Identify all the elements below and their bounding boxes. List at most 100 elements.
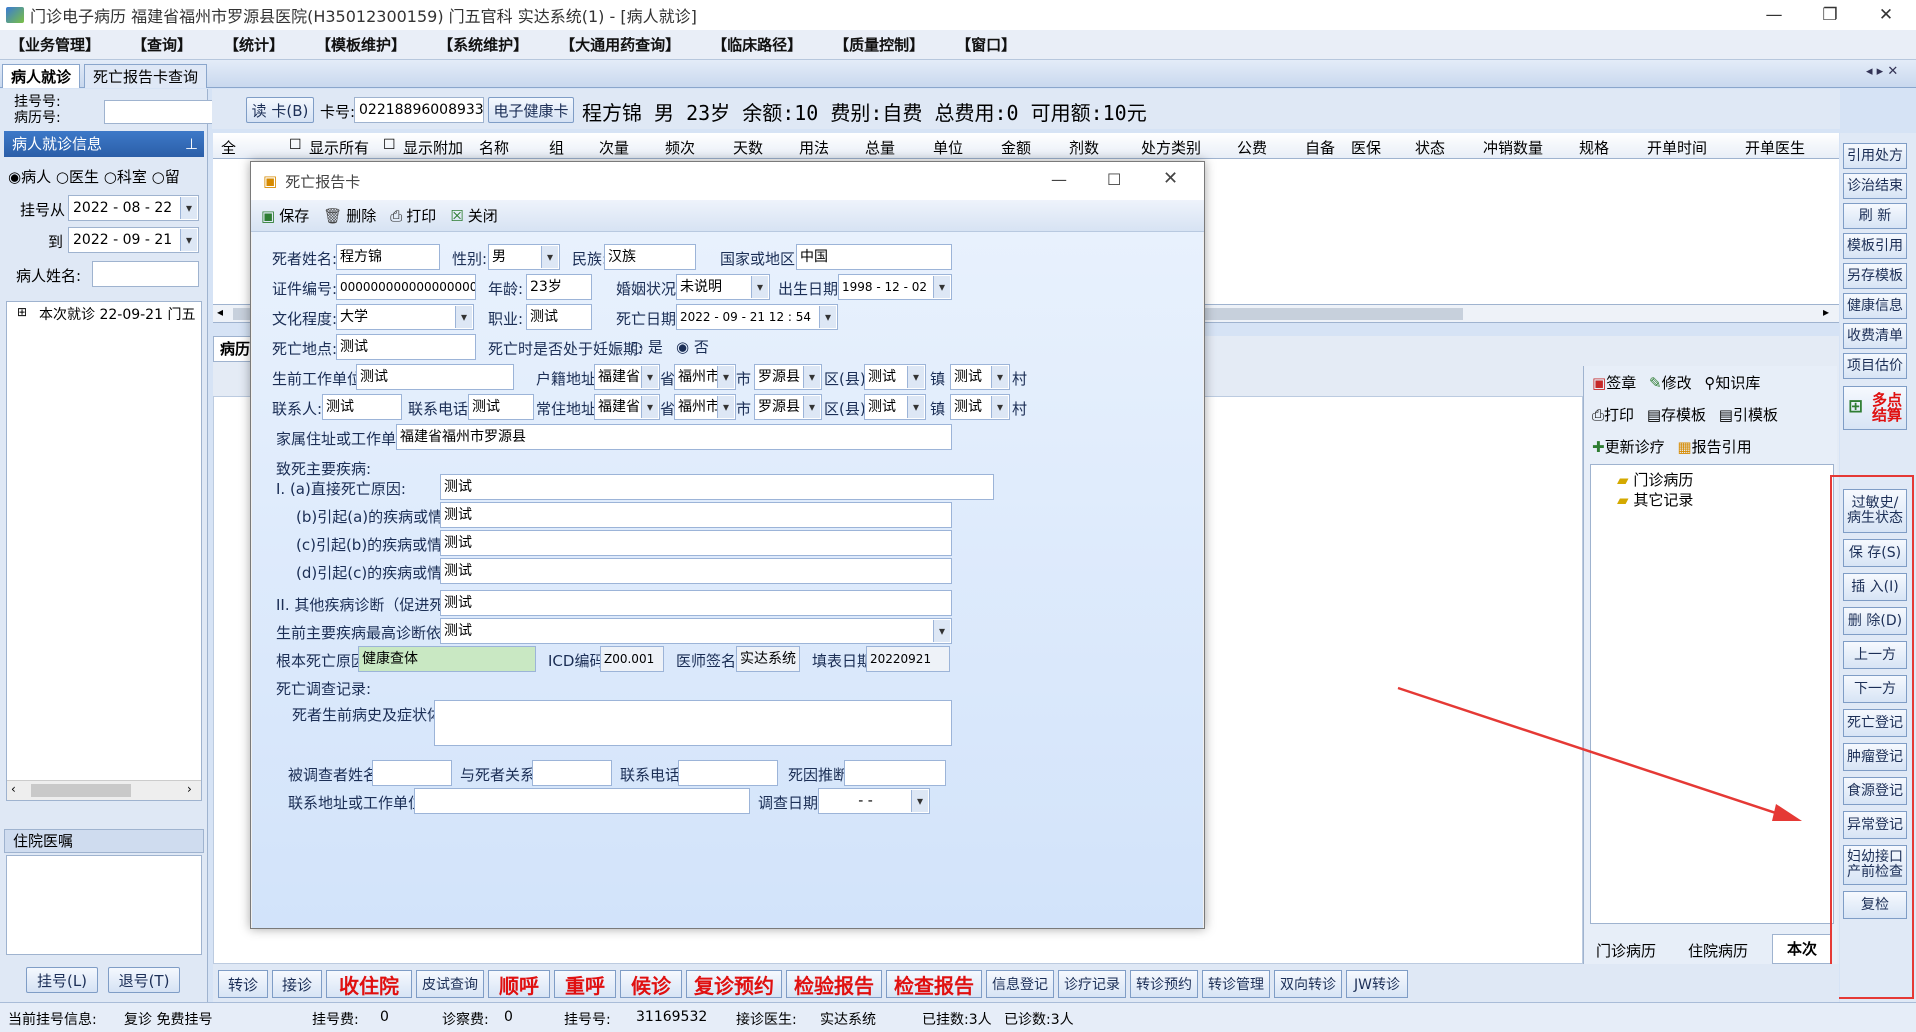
delete-button[interactable]: 删 除(D) xyxy=(1843,607,1907,635)
print-icon[interactable]: ⎙ xyxy=(390,207,402,225)
sign-icon[interactable]: ▣ xyxy=(1592,374,1606,392)
dialog-close-icon[interactable]: ✕ xyxy=(1163,168,1178,189)
col-doses[interactable]: 剂数 xyxy=(1069,137,1099,158)
two-way-transfer-button[interactable]: 双向转诊 xyxy=(1274,970,1342,998)
tel-input[interactable]: 测试 xyxy=(468,394,534,420)
history-textarea[interactable] xyxy=(434,700,952,746)
col-frequency[interactable]: 频次 xyxy=(665,137,695,158)
edit-button[interactable]: 修改 xyxy=(1662,374,1692,392)
dialog-minimize-icon[interactable]: — xyxy=(1051,170,1067,189)
id-input[interactable]: 000000000000000000 xyxy=(336,274,476,300)
restore-button[interactable]: ❐ xyxy=(1802,0,1858,30)
radio-dept-label[interactable]: 科室 xyxy=(117,168,147,186)
select-all-label[interactable]: 全 xyxy=(221,137,236,158)
show-all-checkbox[interactable]: ☐ xyxy=(289,137,302,153)
pregnant-yes-radio[interactable]: ○ 是 xyxy=(630,336,663,357)
jw-transfer-button[interactable]: JW转诊 xyxy=(1346,970,1408,998)
knowledge-button[interactable]: 知识库 xyxy=(1715,374,1760,392)
tab-death-report-query[interactable]: 死亡报告卡查询 xyxy=(84,64,208,88)
menu-window[interactable]: 【窗口】 xyxy=(956,34,1016,55)
radio-patient-icon[interactable]: ◉ xyxy=(8,168,21,186)
close-window-button[interactable]: ✕ xyxy=(1858,0,1914,30)
marital-select[interactable]: 未说明 xyxy=(676,274,770,300)
menu-quality[interactable]: 【质量控制】 xyxy=(834,34,924,55)
col-status[interactable]: 状态 xyxy=(1415,137,1445,158)
skin-test-query-button[interactable]: 皮试查询 xyxy=(416,970,484,998)
col-insurance[interactable]: 医保 xyxy=(1351,137,1381,158)
survey-date-picker[interactable]: - - xyxy=(818,788,930,814)
col-rx-type[interactable]: 处方类别 xyxy=(1141,137,1201,158)
resid-town-select[interactable]: 测试 xyxy=(864,394,926,420)
maternal-interface-button[interactable]: 妇幼接口 产前检查 xyxy=(1843,845,1907,885)
call-next-button[interactable]: 顺呼 xyxy=(488,970,550,998)
minimize-button[interactable]: — xyxy=(1746,0,1802,30)
show-all-label[interactable]: 显示所有 xyxy=(309,137,369,158)
quote-rx-button[interactable]: 引用处方 xyxy=(1843,143,1907,169)
dialog-delete-button[interactable]: 删除 xyxy=(346,205,376,226)
load-template-button[interactable]: 引模板 xyxy=(1733,406,1778,424)
hukou-city-select[interactable]: 福州市 xyxy=(674,364,736,390)
charge-list-button[interactable]: 收费清单 xyxy=(1843,323,1907,349)
col-dose[interactable]: 次量 xyxy=(599,137,629,158)
tree-scrollbar[interactable]: ‹ › xyxy=(7,780,201,800)
tab-outpatient-records[interactable]: 门诊病历 xyxy=(1596,940,1656,961)
birth-date-picker[interactable]: 1998 - 12 - 02 xyxy=(838,274,952,300)
dialog-maximize-icon[interactable]: ☐ xyxy=(1107,170,1121,189)
show-extra-checkbox[interactable]: ☐ xyxy=(383,137,396,153)
menu-stats[interactable]: 【统计】 xyxy=(224,34,284,55)
update-icon[interactable]: ✚ xyxy=(1592,438,1605,456)
print-button[interactable]: 打印 xyxy=(1604,406,1634,424)
dialog-close-button[interactable]: 关闭 xyxy=(468,205,498,226)
admit-button[interactable]: 收住院 xyxy=(326,970,412,998)
save-icon[interactable]: ▣ xyxy=(261,207,275,225)
date-to-picker[interactable]: 2022 - 09 - 21 xyxy=(68,227,199,253)
diag-basis-select[interactable]: 测试 xyxy=(440,618,952,644)
radio-patient-label[interactable]: 病人 xyxy=(21,168,51,186)
tab-patient-visit[interactable]: 病人就诊 xyxy=(2,64,81,88)
load-template-icon[interactable]: ▤ xyxy=(1719,406,1733,424)
patient-name-input[interactable] xyxy=(92,261,199,287)
pregnant-no-radio[interactable]: ◉ 否 xyxy=(676,336,709,357)
expand-icon[interactable]: ⊞ xyxy=(17,305,27,319)
edit-icon[interactable]: ✎ xyxy=(1649,374,1662,392)
e-health-card-button[interactable]: 电子健康卡 xyxy=(488,97,574,123)
tab-scroll-icon[interactable]: ◂ ▸ ✕ xyxy=(1866,64,1898,79)
scroll-right-icon[interactable]: › xyxy=(187,782,192,796)
col-amount[interactable]: 金额 xyxy=(1001,137,1031,158)
register-button[interactable]: 挂号(L) xyxy=(26,967,98,993)
foodborne-register-button[interactable]: 食源登记 xyxy=(1843,777,1907,805)
insert-button[interactable]: 插 入(I) xyxy=(1843,573,1907,601)
cause-c-input[interactable]: 测试 xyxy=(440,530,952,556)
date-from-picker[interactable]: 2022 - 08 - 22 xyxy=(68,195,199,221)
card-number-input[interactable]: 022188960089332! xyxy=(354,97,484,123)
col-public[interactable]: 公费 xyxy=(1237,137,1267,158)
col-order-doctor[interactable]: 开单医生 xyxy=(1745,137,1805,158)
grid-scroll-left-icon[interactable]: ◂ xyxy=(217,305,223,319)
cause-a-input[interactable]: 测试 xyxy=(440,474,994,500)
col-name[interactable]: 名称 xyxy=(479,137,509,158)
contact-input[interactable]: 测试 xyxy=(322,394,402,420)
radio-doctor-label[interactable]: 医生 xyxy=(69,168,99,186)
waiting-button[interactable]: 候诊 xyxy=(620,970,682,998)
abnormal-register-button[interactable]: 异常登记 xyxy=(1843,811,1907,839)
exam-report-button[interactable]: 检查报告 xyxy=(886,970,982,998)
survey-tel-input[interactable] xyxy=(678,760,778,786)
scroll-left-icon[interactable]: ‹ xyxy=(11,782,16,796)
template-quote-button[interactable]: 模板引用 xyxy=(1843,233,1907,259)
survey-address-input[interactable] xyxy=(414,788,750,814)
resid-village-select[interactable]: 测试 xyxy=(950,394,1010,420)
print-icon[interactable]: ⎙ xyxy=(1592,406,1604,424)
sign-button[interactable]: 签章 xyxy=(1606,374,1636,392)
hukou-village-select[interactable]: 测试 xyxy=(950,364,1010,390)
close-icon[interactable]: ☒ xyxy=(450,207,463,225)
save-template-button[interactable]: 存模板 xyxy=(1661,406,1706,424)
transfer-manage-button[interactable]: 转诊管理 xyxy=(1202,970,1270,998)
hukou-province-select[interactable]: 福建省 xyxy=(594,364,660,390)
scroll-thumb[interactable] xyxy=(31,784,131,797)
cause-infer-input[interactable] xyxy=(844,760,946,786)
refresh-button[interactable]: 刷 新 xyxy=(1843,203,1907,229)
menu-clinical-path[interactable]: 【临床路径】 xyxy=(712,34,802,55)
age-input[interactable]: 23岁 xyxy=(526,274,592,300)
root-cause-input[interactable]: 健康查体 xyxy=(358,646,536,672)
col-self[interactable]: 自备 xyxy=(1305,137,1335,158)
